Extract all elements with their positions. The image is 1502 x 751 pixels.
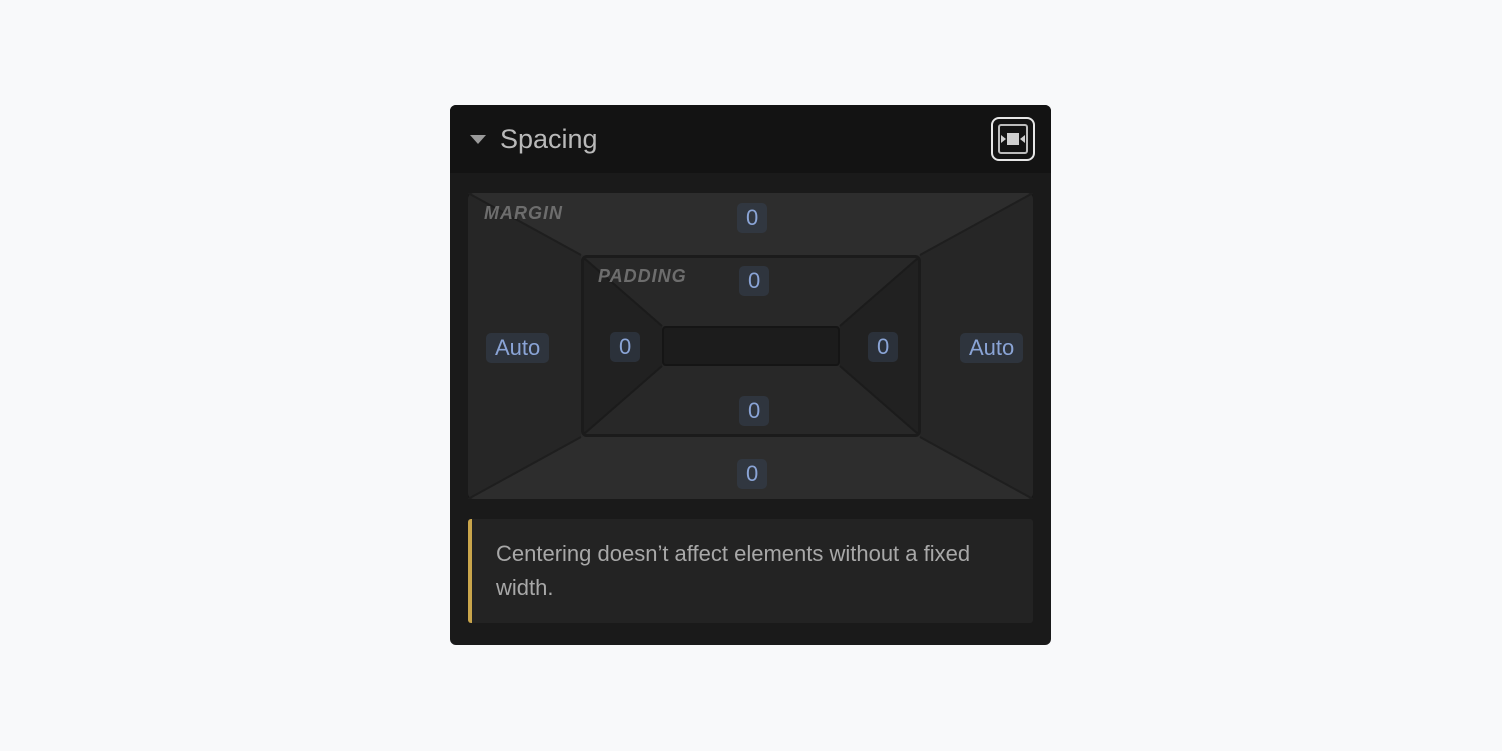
hint-text: Centering doesn’t affect elements withou…	[496, 541, 970, 600]
margin-right-input[interactable]: Auto	[960, 333, 1023, 363]
hint-message: Centering doesn’t affect elements withou…	[468, 519, 1033, 623]
panel-header: Spacing	[450, 105, 1051, 173]
box-model-diagram: MARGIN 0 Auto 0 Auto PADDING	[468, 193, 1033, 499]
center-horizontally-icon	[998, 124, 1028, 154]
margin-left-input[interactable]: Auto	[486, 333, 549, 363]
padding-bottom-input[interactable]: 0	[739, 396, 769, 426]
margin-label: MARGIN	[484, 203, 563, 224]
spacing-panel: Spacing MARGIN 0 Auto 0	[450, 105, 1051, 645]
collapse-caret-icon[interactable]	[470, 135, 486, 144]
padding-right-input[interactable]: 0	[868, 332, 898, 362]
panel-body: MARGIN 0 Auto 0 Auto PADDING	[450, 173, 1051, 623]
padding-box: PADDING 0 0 0 0	[581, 255, 921, 437]
padding-top-input[interactable]: 0	[739, 266, 769, 296]
margin-bottom-input[interactable]: 0	[737, 459, 767, 489]
content-box	[662, 326, 840, 366]
padding-label: PADDING	[598, 266, 687, 287]
center-horizontally-button[interactable]	[991, 117, 1035, 161]
margin-top-input[interactable]: 0	[737, 203, 767, 233]
padding-left-input[interactable]: 0	[610, 332, 640, 362]
panel-title: Spacing	[500, 124, 991, 155]
